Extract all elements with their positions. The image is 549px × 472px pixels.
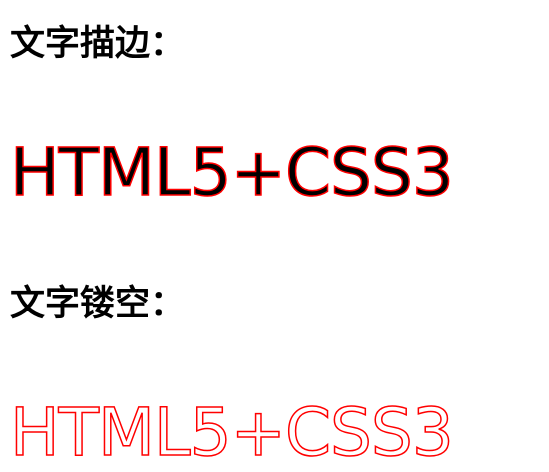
section-heading-text-hollow: 文字镂空： (10, 284, 186, 324)
section-heading-text-stroke: 文字描边： (10, 24, 186, 64)
hollow-text-sample: HTML5+CSS3 (9, 394, 454, 471)
stroked-text-sample: HTML5+CSS3 (9, 134, 454, 211)
